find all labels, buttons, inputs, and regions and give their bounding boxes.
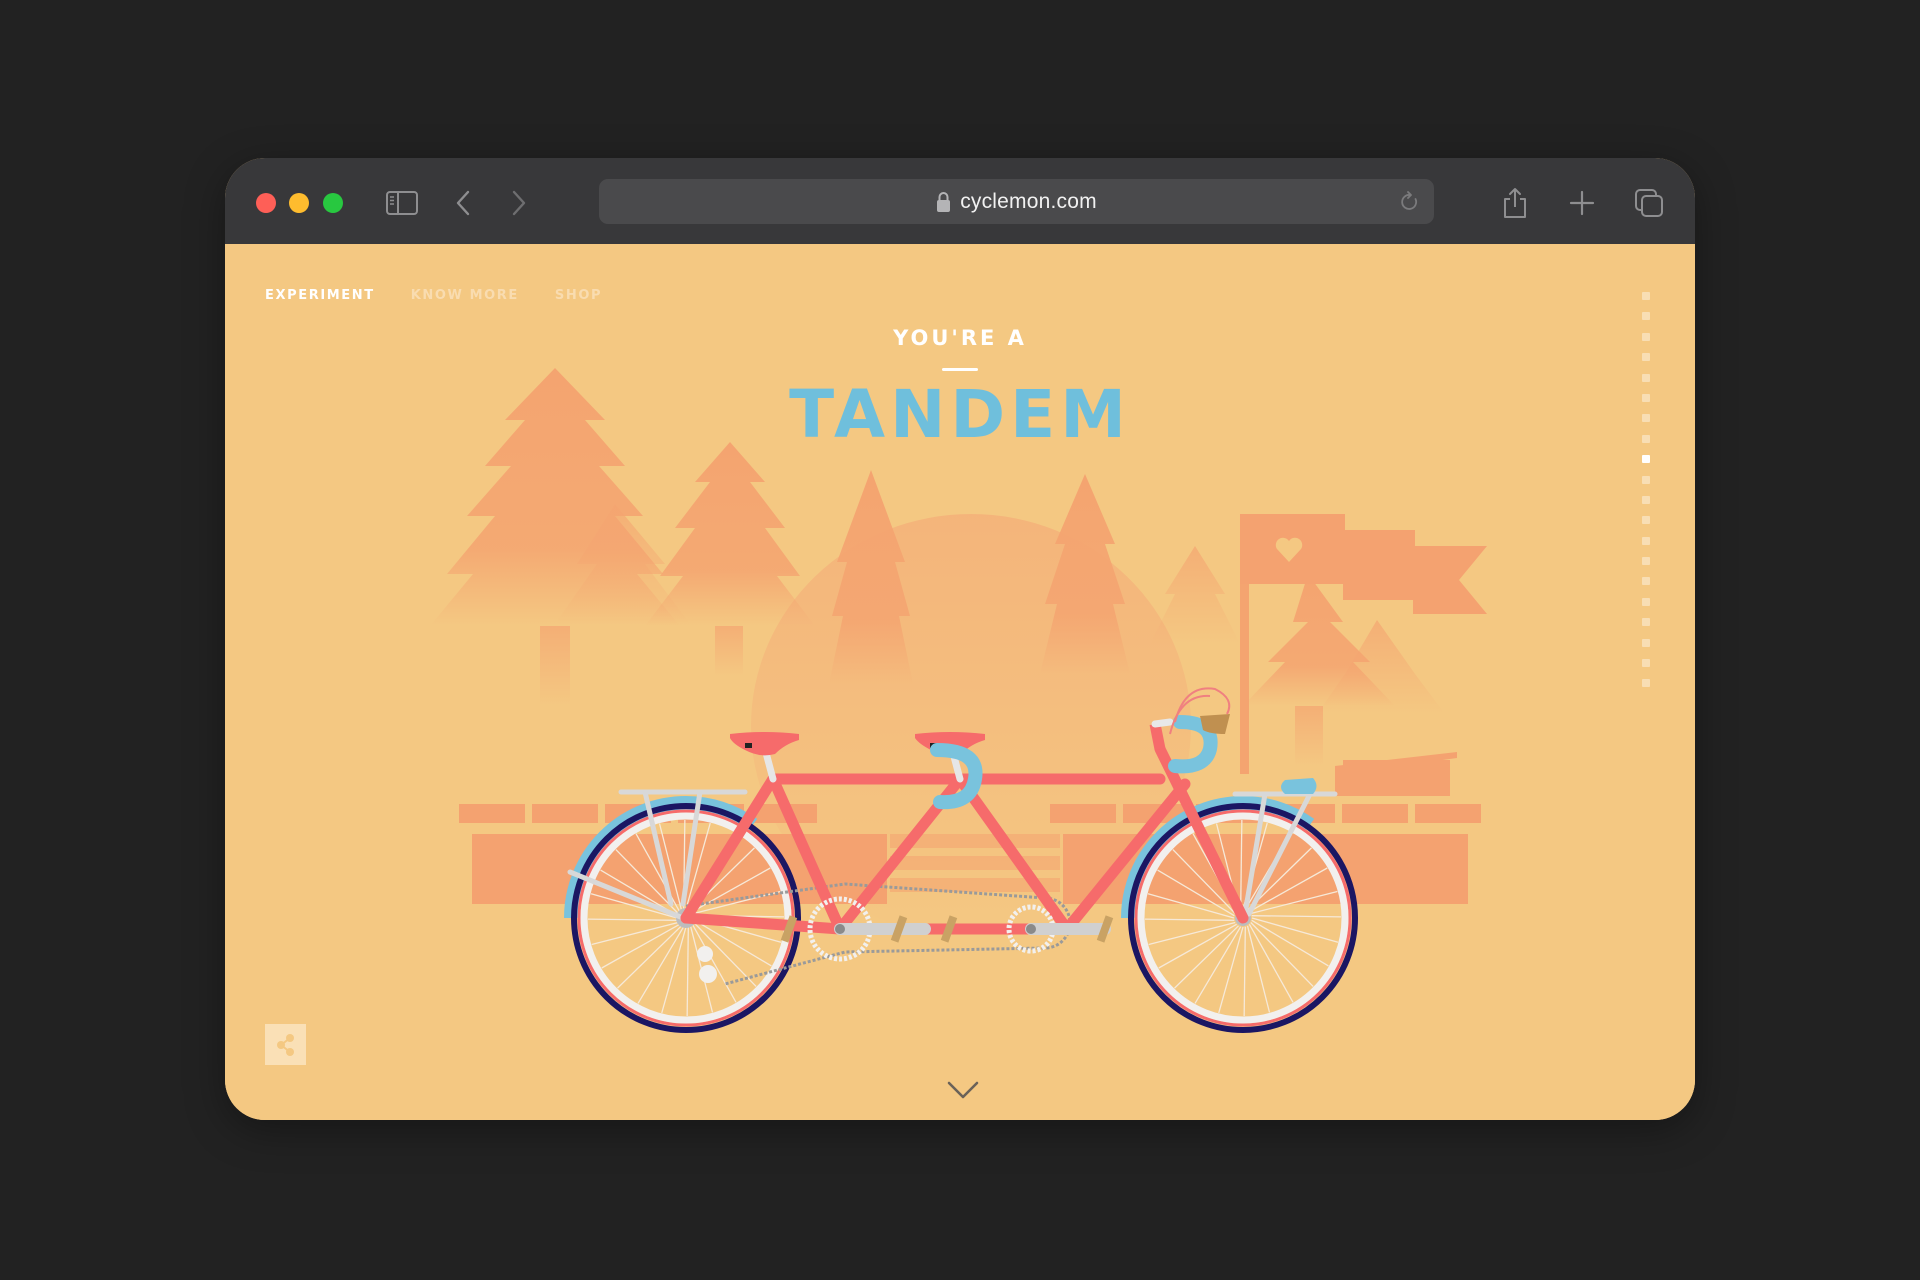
wheel-spoke	[1251, 917, 1339, 943]
zoom-window-button[interactable]	[323, 193, 343, 213]
page-title: TANDEM	[789, 376, 1131, 453]
new-tab-button[interactable]	[1567, 186, 1597, 220]
share-button[interactable]	[265, 1024, 306, 1065]
pager-dot[interactable]	[1642, 577, 1650, 586]
nav-know-more[interactable]: KNOW MORE	[411, 288, 519, 303]
chevron-left-icon	[456, 190, 470, 216]
pager-dot[interactable]	[1642, 292, 1650, 300]
pager-dot[interactable]	[1642, 353, 1650, 362]
tab-overview-button[interactable]	[1633, 186, 1665, 220]
nav-experiment[interactable]: EXPERIMENT	[265, 288, 375, 303]
pager-dot[interactable]	[1642, 536, 1650, 545]
pager-dot[interactable]	[1642, 393, 1650, 402]
reload-icon[interactable]	[1400, 191, 1420, 213]
wheel-spoke	[686, 926, 689, 1017]
wheel-spoke	[1251, 915, 1342, 918]
pager-dot[interactable]	[1642, 516, 1650, 525]
pager-dot[interactable]	[1642, 332, 1650, 341]
pager-dot[interactable]	[1642, 638, 1650, 647]
pager-dot[interactable]	[1642, 312, 1650, 321]
share-button[interactable]	[1500, 186, 1530, 220]
pager-dot[interactable]	[1642, 495, 1650, 504]
sidebar-icon	[386, 191, 418, 215]
divider	[942, 368, 978, 371]
subtitle: YOU'RE A	[893, 326, 1027, 350]
tree-right-small	[1150, 546, 1240, 644]
pager-dot[interactable]	[1642, 434, 1650, 443]
pager-dot[interactable]	[1642, 373, 1650, 382]
pager-dot[interactable]	[1642, 475, 1650, 484]
pager-dot[interactable]	[1642, 597, 1650, 606]
browser-window: cyclemon.com EXPERIMENT KNOW MORE SHOP Y…	[225, 158, 1695, 1120]
wheel-spoke	[1194, 926, 1242, 1004]
main-nav: EXPERIMENT KNOW MORE SHOP	[265, 288, 602, 303]
pager-dot[interactable]	[1642, 414, 1650, 423]
wheel-spoke	[1218, 926, 1244, 1014]
bench	[1335, 752, 1457, 796]
pager-dot[interactable]	[1642, 557, 1650, 566]
web-page: EXPERIMENT KNOW MORE SHOP YOU'RE A TANDE…	[225, 244, 1695, 1120]
wheel-spoke	[1144, 918, 1235, 921]
share-icon	[1504, 188, 1526, 218]
section-pager	[1642, 292, 1652, 700]
pager-dot[interactable]	[1642, 679, 1650, 688]
url-text: cyclemon.com	[960, 189, 1097, 213]
wheel-spoke	[1248, 924, 1294, 1003]
wheel-spoke	[1243, 926, 1246, 1017]
wheel-spoke	[691, 924, 737, 1003]
chevron-right-icon	[512, 190, 526, 216]
pager-dot[interactable]	[1642, 455, 1650, 464]
wheel-spoke	[1158, 923, 1237, 969]
wheel-spoke	[601, 923, 680, 969]
pager-dot[interactable]	[1642, 659, 1650, 668]
address-bar[interactable]: cyclemon.com	[599, 179, 1434, 224]
chevron-down-icon	[947, 1081, 979, 1099]
minimize-window-button[interactable]	[289, 193, 309, 213]
tabs-overview-icon	[1635, 189, 1663, 217]
wheel-spoke	[1251, 919, 1329, 967]
pager-dot[interactable]	[1642, 618, 1650, 627]
bike-light	[1281, 778, 1317, 794]
lock-icon	[937, 191, 951, 212]
forward-button[interactable]	[509, 186, 529, 220]
scroll-down-button[interactable]	[945, 1076, 981, 1104]
back-button[interactable]	[453, 186, 473, 220]
wheel-spoke	[587, 918, 678, 921]
close-window-button[interactable]	[256, 193, 276, 213]
wheel-spoke	[661, 926, 687, 1014]
browser-toolbar: cyclemon.com	[225, 158, 1695, 244]
nav-shop[interactable]: SHOP	[555, 288, 602, 303]
share-nodes-icon	[276, 1033, 294, 1056]
plus-icon	[1569, 190, 1595, 216]
wheel-spoke	[637, 926, 685, 1004]
sidebar-toggle-button[interactable]	[385, 186, 419, 220]
